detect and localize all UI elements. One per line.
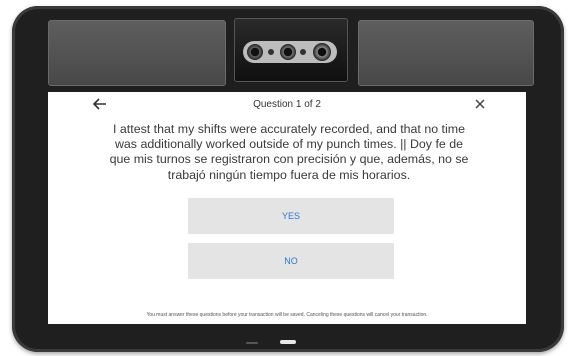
nav-dot-icon — [246, 342, 258, 344]
camera-lens-icon — [247, 44, 263, 60]
sensor-dot-icon — [268, 49, 274, 55]
yes-button[interactable]: YES — [188, 198, 394, 234]
camera-lens-icon — [313, 43, 331, 61]
camera-strip — [243, 41, 337, 63]
close-icon[interactable] — [472, 96, 488, 114]
page-title: Question 1 of 2 — [253, 99, 321, 110]
home-indicator-icon[interactable] — [280, 340, 296, 344]
question-screen: Question 1 of 2 I attest that my shifts … — [48, 92, 526, 324]
bezel-panel-left — [48, 20, 226, 86]
footer-note: You must answer these questions before y… — [146, 312, 428, 318]
no-button[interactable]: NO — [188, 243, 394, 279]
question-text: I attest that my shifts were accurately … — [109, 122, 469, 182]
camera-module — [234, 18, 348, 82]
sensor-dot-icon — [300, 49, 306, 55]
bezel-panel-right — [358, 20, 534, 86]
camera-lens-icon — [280, 44, 296, 60]
